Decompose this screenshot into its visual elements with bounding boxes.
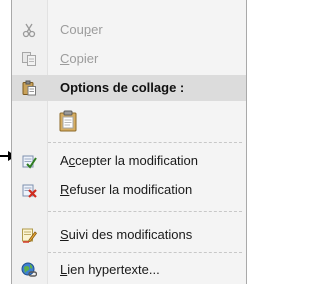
menu-item-accept-change[interactable]: Accepter la modification [12,148,246,174]
scissors-icon [22,23,36,38]
menu-item-hyperlink[interactable]: Lien hypertexte... [12,257,246,283]
paste-options-label: Options de collage : [60,80,185,95]
menu-item-reject-change[interactable]: Refuser la modification [12,177,246,203]
context-menu: Couper Copier Options de collage : Accep… [11,0,247,284]
menu-item-label: Lien hypertexte... [60,262,160,277]
menu-separator [48,142,242,143]
menu-item-label: Refuser la modification [60,182,193,197]
menu-item-label: Copier [60,51,99,66]
paste-options-header: Options de collage : [12,75,246,101]
clipboard-icon [22,80,36,96]
track-changes-icon [22,228,37,243]
reject-change-icon [22,184,37,198]
accept-change-icon [22,155,37,169]
menu-item-label: Accepter la modification [60,153,199,168]
menu-separator [48,252,242,253]
menu-item-track-changes[interactable]: Suivi des modifications [12,222,246,248]
paste-keep-formatting-icon[interactable] [57,110,79,132]
menu-item-copy[interactable]: Copier [12,46,246,72]
copy-icon [22,52,36,66]
menu-item-label: Couper [60,22,103,37]
hyperlink-icon [21,262,37,277]
menu-item-label: Suivi des modifications [60,227,193,242]
menu-item-cut[interactable]: Couper [12,17,246,43]
menu-separator [48,211,242,212]
